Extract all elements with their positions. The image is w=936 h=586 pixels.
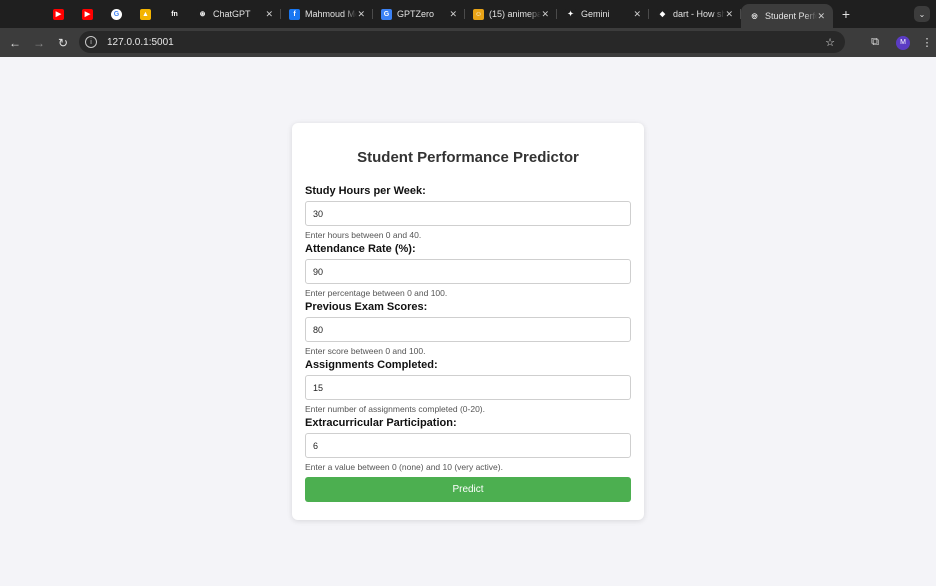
tab-title: ChatGPT [213,9,251,19]
field-attendance-rate: Attendance Rate (%): 90 Enter percentage… [305,243,631,298]
site-info-icon[interactable]: i [85,36,97,48]
close-tab-icon[interactable]: ✕ [725,9,733,20]
gemini-icon: ✦ [565,8,576,20]
back-button[interactable]: ← [3,31,27,55]
bookmark-star-icon[interactable]: ☆ [825,36,835,49]
extracurricular-input[interactable]: 6 [305,433,631,458]
close-tab-icon[interactable]: ✕ [541,9,549,20]
previous-exam-scores-input[interactable]: 80 [305,317,631,342]
browser-tab[interactable]: ▶ [73,0,102,28]
google-drive-icon: ▲ [140,8,151,20]
browser-tab[interactable]: ▲ [131,0,160,28]
animepahe-icon: ☺ [473,8,484,20]
youtube-icon: ▶ [82,8,93,20]
field-hint: Enter a value between 0 (none) and 10 (v… [305,462,503,472]
new-tab-button[interactable]: + [833,6,859,22]
predictor-form-card: Student Performance Predictor Study Hour… [292,123,644,520]
facebook-icon: f [289,8,300,20]
reload-button[interactable]: ↻ [51,31,75,55]
arrow-left-icon: ← [9,35,21,50]
tab-title: GPTZero [397,9,435,19]
tab-title: (15) animepahe [489,9,541,19]
tab-active[interactable]: ◎ Student Perfo ✕ [741,4,833,28]
field-hint: Enter score between 0 and 100. [305,346,426,356]
browser-tab[interactable]: fn [160,0,189,28]
globe-icon: ◎ [749,10,760,22]
browser-tab[interactable]: G GPTZero ✕ [373,0,465,28]
page-content: Student Performance Predictor Study Hour… [0,57,936,586]
chatgpt-icon: ⊛ [197,8,208,20]
browser-tab[interactable]: ✦ Gemini ✕ [557,0,649,28]
assignments-completed-input[interactable]: 15 [305,375,631,400]
browser-tab[interactable]: ☺ (15) animepahe✕ [465,0,557,28]
arrow-right-icon: → [33,35,45,50]
field-hint: Enter hours between 0 and 40. [305,230,422,240]
field-label: Attendance Rate (%): [305,243,416,255]
field-previous-exam-scores: Previous Exam Scores: 80 Enter score bet… [305,301,631,356]
address-bar[interactable]: i 127.0.0.1:5001 ☆ [79,31,845,53]
field-label: Extracurricular Participation: [305,417,457,429]
browser-tab[interactable]: f Mahmoud Mo ✕ [281,0,373,28]
dart-icon: ◆ [657,8,668,20]
page-title: Student Performance Predictor [357,149,579,166]
extensions-icon[interactable]: ⧉ [862,36,888,49]
reload-icon: ↻ [57,35,69,50]
tab-title: dart - How sh [673,9,725,19]
field-hint: Enter percentage between 0 and 100. [305,288,448,298]
field-study-hours: Study Hours per Week: 30 Enter hours bet… [305,185,631,240]
close-tab-icon[interactable]: ✕ [817,11,825,22]
address-url: 127.0.0.1:5001 [107,36,174,48]
gptzero-icon: G [381,8,392,20]
browser-toolbar: ← → ↻ i 127.0.0.1:5001 ☆ ⧉ M ⋮ [0,28,936,57]
tab-list: ▶ ▶ G ▲ fn ⊛ ChatGPT ✕ f Mahmoud Mo ✕ G GPTZero ✕ ☺ (15… [44,0,833,28]
browser-tab[interactable]: ▶ [44,0,73,28]
browser-tab[interactable]: G [102,0,131,28]
field-hint: Enter number of assignments completed (0… [305,404,486,414]
field-assignments-completed: Assignments Completed: 15 Enter number o… [305,359,631,414]
tab-title: Mahmoud Mo [305,9,357,19]
browser-tab[interactable]: ⊛ ChatGPT ✕ [189,0,281,28]
attendance-rate-input[interactable]: 90 [305,259,631,284]
forward-button[interactable]: → [27,31,51,55]
browser-tab[interactable]: ◆ dart - How sh ✕ [649,0,741,28]
tab-strip: ▶ ▶ G ▲ fn ⊛ ChatGPT ✕ f Mahmoud Mo ✕ G GPTZero ✕ ☺ (15… [0,0,936,28]
fn-icon: fn [169,8,180,20]
close-tab-icon[interactable]: ✕ [633,9,641,20]
tab-search-icon[interactable]: ⌄ [914,6,930,22]
field-extracurricular: Extracurricular Participation: 6 Enter a… [305,417,631,472]
tab-title: Gemini [581,9,610,19]
tab-title: Student Perfo [765,11,817,21]
google-icon: G [111,8,122,20]
close-tab-icon[interactable]: ✕ [265,9,273,20]
field-label: Previous Exam Scores: [305,301,428,313]
study-hours-input[interactable]: 30 [305,201,631,226]
predict-button[interactable]: Predict [305,477,631,502]
close-tab-icon[interactable]: ✕ [357,9,365,20]
close-tab-icon[interactable]: ✕ [449,9,457,20]
field-label: Study Hours per Week: [305,185,426,197]
profile-avatar[interactable]: M [896,35,910,50]
more-menu-icon[interactable]: ⋮ [918,36,936,49]
field-label: Assignments Completed: [305,359,438,371]
youtube-icon: ▶ [53,8,64,20]
